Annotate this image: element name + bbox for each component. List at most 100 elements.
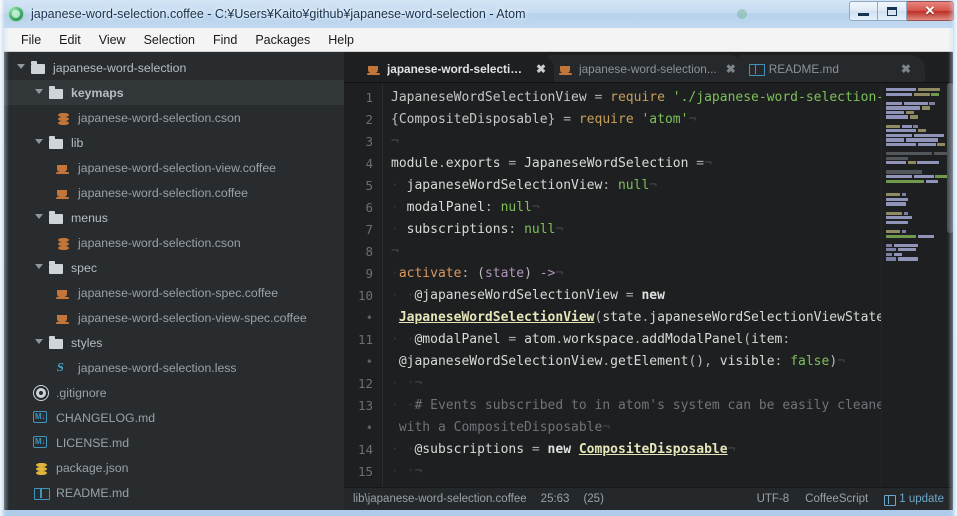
minimap-line [882,207,953,210]
minimap-line [882,243,953,247]
chevron-down-icon[interactable] [34,212,45,223]
tree-item-japanese-word-selection[interactable]: japanese-word-selection [4,55,344,80]
line-number: 14 [357,442,373,457]
editor-scrollbar[interactable] [947,83,953,487]
scrollbar-thumb[interactable] [947,83,953,233]
coffee-icon [559,62,573,75]
window-title: japanese-word-selection.coffee - C:¥User… [31,7,526,21]
tree-item-view-coffee[interactable]: japanese-word-selection-view.coffee [4,155,344,180]
chevron-down-icon[interactable] [34,87,45,98]
tree-item-gitignore[interactable]: .gitignore [4,380,344,405]
minimap-line [882,174,953,179]
minimap-line [882,106,953,110]
minimap-line [882,211,953,215]
folder-icon [49,261,64,275]
tab-label: japanese-word-selection... [387,61,527,76]
tab-bar[interactable]: japanese-word-selection... ✖ japanese-wo… [344,52,953,83]
tree-item-view-spec-coffee[interactable]: japanese-word-selection-view-spec.coffee [4,305,344,330]
status-bar[interactable]: lib\japanese-word-selection.coffee 25:63… [344,487,953,510]
menu-find[interactable]: Find [204,30,246,50]
gear-icon [34,386,49,400]
tree-item-keymaps[interactable]: keymaps [4,80,344,105]
menu-view[interactable]: View [90,30,135,50]
chevron-down-icon[interactable] [34,337,45,348]
title-bar[interactable]: japanese-word-selection.coffee - C:¥User… [0,0,957,28]
line-number: 4 [365,156,373,171]
chevron-down-icon[interactable] [34,137,45,148]
folder-icon [49,86,64,100]
menu-selection[interactable]: Selection [135,30,204,50]
atom-window: japanese-word-selection.coffee - C:¥User… [0,0,957,516]
code-line: ¬ [391,244,399,259]
folder-icon [49,136,64,150]
book-icon [748,62,765,76]
status-grammar[interactable]: CoffeeScript [805,493,868,505]
minimap-line [882,252,953,256]
minimap-line [882,225,953,228]
status-cursor-position[interactable]: 25:63 [541,493,570,505]
menu-edit[interactable]: Edit [50,30,90,50]
menu-bar[interactable]: File Edit View Selection Find Packages H… [4,28,953,52]
tree-item-main-coffee[interactable]: japanese-word-selection.coffee [4,180,344,205]
tab-close-icon[interactable]: ✖ [901,63,911,75]
code-line: · ·@japaneseWordSelectionView = new [391,288,665,303]
code-area[interactable]: JapaneseWordSelectionView = require './j… [383,83,881,487]
minimap-line [882,124,953,128]
tab-japanese-word-selection-coffee[interactable]: japanese-word-selection... ✖ [356,55,554,82]
tree-item-lib[interactable]: lib [4,130,344,155]
minimap-line [882,92,953,96]
status-selection-count: (25) [583,493,604,505]
tree-item-menus-cson[interactable]: japanese-word-selection.cson [4,230,344,255]
code-line: · subscriptions: null¬ [391,222,564,237]
window-controls[interactable]: ✕ [849,1,954,21]
maximize-button[interactable] [878,1,907,21]
tree-item-menus[interactable]: menus [4,205,344,230]
tree-item-less[interactable]: japanese-word-selection.less [4,355,344,380]
line-number-gutter: 1 2 3 4 5 6 7 8 9 10 • 11 • 12 13 • 14 1… [344,83,383,487]
tab-close-icon[interactable]: ✖ [536,63,546,75]
tree-item-spec[interactable]: spec [4,255,344,280]
close-button[interactable]: ✕ [907,1,954,21]
line-number: 2 [365,112,373,127]
status-encoding[interactable]: UTF-8 [757,493,790,505]
minimap-line [882,156,953,160]
tree-item-label: keymaps [71,85,124,100]
tree-item-changelog[interactable]: CHANGELOG.md [4,405,344,430]
less-icon [56,361,71,375]
minimap-content [882,88,953,261]
tree-item-license[interactable]: LICENSE.md [4,430,344,455]
tree-item-styles[interactable]: styles [4,330,344,355]
tab-readme-md[interactable]: README.md ✖ [737,55,925,82]
markdown-icon [33,410,49,425]
tree-item-label: spec [71,260,97,275]
minimap[interactable] [881,83,953,487]
minimize-button[interactable] [849,1,878,21]
tree-item-keymaps-cson[interactable]: japanese-word-selection.cson [4,105,344,130]
tree-item-spec-coffee[interactable]: japanese-word-selection-spec.coffee [4,280,344,305]
minimap-line [882,115,953,119]
minimap-line [882,216,953,220]
status-updates-badge[interactable]: 1 update [884,493,944,506]
line-number: 12 [357,376,373,391]
tab-japanese-word-selection-view-coffee[interactable]: japanese-word-selection... ✖ [548,55,744,82]
code-line: · japaneseWordSelectionView: null¬ [391,178,658,193]
status-file-path[interactable]: lib\japanese-word-selection.coffee [353,493,527,505]
line-number: 16 [344,483,382,487]
tab-close-icon[interactable]: ✖ [726,63,736,75]
code-line: ¬ [391,134,399,149]
tree-item-label: japanese-word-selection.less [78,360,237,375]
minimap-line [882,166,953,169]
menu-file[interactable]: File [12,30,50,50]
minimap-line [882,148,953,151]
menu-packages[interactable]: Packages [246,30,319,50]
code-line: ·activate: (state) ->¬ [391,266,564,281]
tree-view[interactable]: japanese-word-selection keymaps japanese… [4,52,344,510]
code-line: {CompositeDisposable} = require 'atom'¬ [391,112,697,127]
code-line: · ·@subscriptions = new CompositeDisposa… [391,442,736,457]
chevron-down-icon[interactable] [16,62,27,73]
tree-item-package-json[interactable]: package.json [4,455,344,480]
chevron-down-icon[interactable] [34,262,45,273]
editor-body[interactable]: 1 2 3 4 5 6 7 8 9 10 • 11 • 12 13 • 14 1… [344,83,953,487]
tree-item-readme[interactable]: README.md [4,480,344,505]
menu-help[interactable]: Help [319,30,363,50]
